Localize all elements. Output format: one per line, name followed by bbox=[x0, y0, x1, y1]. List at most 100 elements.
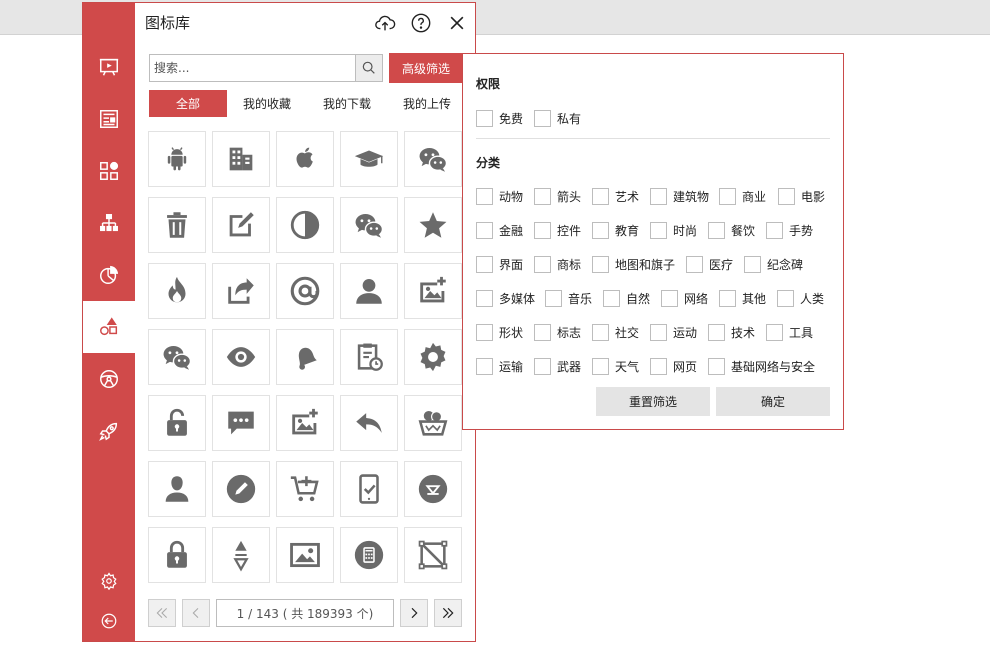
checkbox-box[interactable] bbox=[592, 357, 609, 375]
page-indicator[interactable]: 1 / 143 ( 共 189393 个) bbox=[216, 599, 394, 627]
checkbox-box[interactable] bbox=[476, 357, 493, 375]
checkbox-box[interactable] bbox=[766, 323, 783, 341]
category-checkbox[interactable]: 建筑物 bbox=[650, 187, 709, 205]
checkbox-box[interactable] bbox=[534, 109, 551, 127]
icon-grid-item[interactable] bbox=[276, 461, 334, 517]
checkbox-box[interactable] bbox=[534, 221, 551, 239]
checkbox-box[interactable] bbox=[476, 255, 493, 273]
category-checkbox[interactable]: 形状 bbox=[476, 323, 523, 341]
checkbox-box[interactable] bbox=[476, 187, 493, 205]
checkbox-box[interactable] bbox=[744, 255, 761, 273]
icon-grid-item[interactable] bbox=[340, 461, 398, 517]
rail-back[interactable] bbox=[83, 603, 135, 639]
checkbox-box[interactable] bbox=[686, 255, 703, 273]
rail-rocket[interactable] bbox=[83, 405, 135, 457]
icon-grid-item[interactable] bbox=[404, 131, 462, 187]
checkbox-box[interactable] bbox=[476, 221, 493, 239]
checkbox-box[interactable] bbox=[661, 289, 678, 307]
category-checkbox[interactable]: 艺术 bbox=[592, 187, 639, 205]
category-checkbox[interactable]: 纪念碑 bbox=[744, 255, 803, 273]
category-checkbox[interactable]: 网络 bbox=[661, 289, 708, 307]
checkbox-box[interactable] bbox=[534, 187, 551, 205]
reset-filter-button[interactable]: 重置筛选 bbox=[596, 387, 710, 416]
icon-grid-item[interactable] bbox=[148, 263, 206, 319]
search-input[interactable] bbox=[150, 55, 355, 81]
category-checkbox[interactable]: 界面 bbox=[476, 255, 523, 273]
rail-apps[interactable] bbox=[83, 145, 135, 197]
icon-grid-item[interactable] bbox=[340, 527, 398, 583]
permission-checkbox-private[interactable]: 私有 bbox=[534, 109, 581, 127]
tab-all[interactable]: 全部 bbox=[149, 90, 227, 117]
rail-presentation[interactable] bbox=[83, 41, 135, 93]
permission-checkbox-free[interactable]: 免费 bbox=[476, 109, 523, 127]
icon-grid-item[interactable] bbox=[404, 395, 462, 451]
category-checkbox[interactable]: 工具 bbox=[766, 323, 813, 341]
upload-cloud-button[interactable] bbox=[373, 11, 397, 35]
category-checkbox[interactable]: 电影 bbox=[778, 187, 825, 205]
category-checkbox[interactable]: 自然 bbox=[603, 289, 650, 307]
icon-grid-item[interactable] bbox=[276, 197, 334, 253]
icon-grid-item[interactable] bbox=[404, 263, 462, 319]
category-checkbox[interactable]: 商业 bbox=[719, 187, 766, 205]
icon-grid-item[interactable] bbox=[404, 461, 462, 517]
icon-grid-item[interactable] bbox=[212, 329, 270, 385]
tab-uploads[interactable]: 我的上传 bbox=[387, 90, 467, 117]
icon-grid-item[interactable] bbox=[276, 527, 334, 583]
icon-grid-item[interactable] bbox=[404, 527, 462, 583]
checkbox-box[interactable] bbox=[766, 221, 783, 239]
icon-grid-item[interactable] bbox=[276, 263, 334, 319]
icon-grid-item[interactable] bbox=[148, 197, 206, 253]
icon-grid-item[interactable] bbox=[340, 263, 398, 319]
category-checkbox[interactable]: 网页 bbox=[650, 357, 697, 375]
category-checkbox[interactable]: 动物 bbox=[476, 187, 523, 205]
rail-org-chart[interactable] bbox=[83, 197, 135, 249]
checkbox-box[interactable] bbox=[708, 323, 725, 341]
checkbox-box[interactable] bbox=[592, 323, 609, 341]
icon-grid-item[interactable] bbox=[340, 197, 398, 253]
rail-steering[interactable] bbox=[83, 353, 135, 405]
checkbox-box[interactable] bbox=[534, 323, 551, 341]
icon-grid-item[interactable] bbox=[276, 329, 334, 385]
first-page-button[interactable] bbox=[148, 599, 176, 627]
checkbox-box[interactable] bbox=[476, 323, 493, 341]
category-checkbox[interactable]: 运输 bbox=[476, 357, 523, 375]
checkbox-box[interactable] bbox=[719, 289, 736, 307]
category-checkbox[interactable]: 时尚 bbox=[650, 221, 697, 239]
rail-shapes[interactable] bbox=[83, 301, 135, 353]
checkbox-box[interactable] bbox=[777, 289, 794, 307]
category-checkbox[interactable]: 教育 bbox=[592, 221, 639, 239]
checkbox-box[interactable] bbox=[650, 187, 667, 205]
icon-grid-item[interactable] bbox=[148, 131, 206, 187]
icon-grid-item[interactable] bbox=[212, 395, 270, 451]
checkbox-box[interactable] bbox=[476, 289, 493, 307]
icon-grid-item[interactable] bbox=[340, 329, 398, 385]
icon-grid-item[interactable] bbox=[404, 329, 462, 385]
icon-grid-item[interactable] bbox=[340, 131, 398, 187]
category-checkbox[interactable]: 标志 bbox=[534, 323, 581, 341]
icon-grid-item[interactable] bbox=[148, 461, 206, 517]
category-checkbox[interactable]: 手势 bbox=[766, 221, 813, 239]
icon-grid-item[interactable] bbox=[212, 461, 270, 517]
category-checkbox[interactable]: 基础网络与安全 bbox=[708, 357, 815, 375]
checkbox-box[interactable] bbox=[708, 357, 725, 375]
rail-pie-chart[interactable] bbox=[83, 249, 135, 301]
icon-grid-item[interactable] bbox=[212, 197, 270, 253]
icon-grid-item[interactable] bbox=[148, 395, 206, 451]
icon-grid-item[interactable] bbox=[148, 329, 206, 385]
icon-grid-item[interactable] bbox=[212, 263, 270, 319]
checkbox-box[interactable] bbox=[534, 357, 551, 375]
category-checkbox[interactable]: 其他 bbox=[719, 289, 766, 307]
category-checkbox[interactable]: 控件 bbox=[534, 221, 581, 239]
checkbox-box[interactable] bbox=[708, 221, 725, 239]
rail-article[interactable] bbox=[83, 93, 135, 145]
category-checkbox[interactable]: 运动 bbox=[650, 323, 697, 341]
rail-settings[interactable] bbox=[83, 563, 135, 599]
category-checkbox[interactable]: 社交 bbox=[592, 323, 639, 341]
checkbox-box[interactable] bbox=[778, 187, 795, 205]
icon-grid-item[interactable] bbox=[340, 395, 398, 451]
checkbox-box[interactable] bbox=[650, 221, 667, 239]
checkbox-box[interactable] bbox=[592, 187, 609, 205]
checkbox-box[interactable] bbox=[545, 289, 562, 307]
confirm-button[interactable]: 确定 bbox=[716, 387, 830, 416]
checkbox-box[interactable] bbox=[592, 221, 609, 239]
